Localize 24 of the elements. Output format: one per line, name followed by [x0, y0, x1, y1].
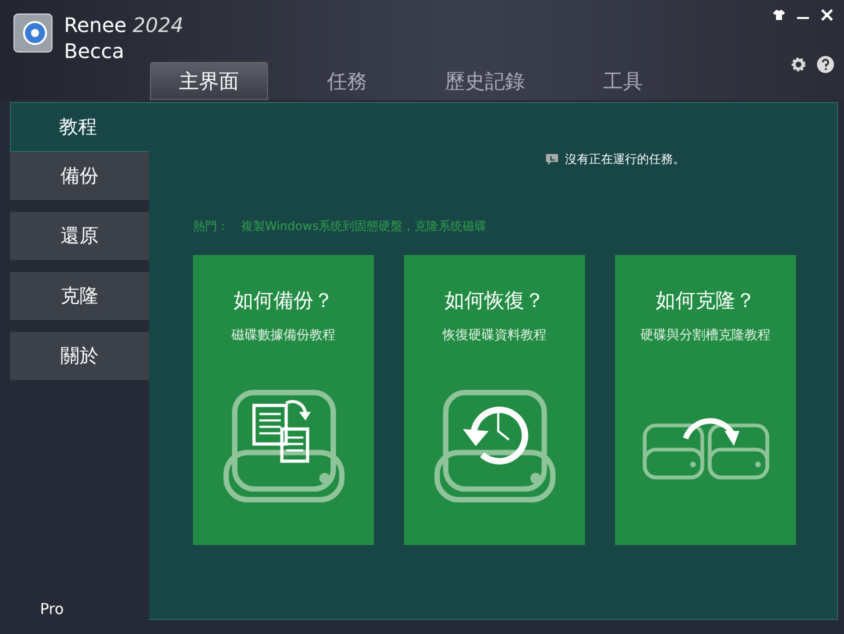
- sidebar-item[interactable]: 關於: [10, 332, 149, 380]
- nav-tab[interactable]: 任務: [288, 62, 406, 100]
- sidebar-item[interactable]: 還原: [10, 212, 149, 260]
- tutorial-card[interactable]: 如何克隆？ 硬碟與分割槽克隆教程: [615, 255, 796, 545]
- tutorial-card[interactable]: 如何備份？ 磁碟數據備份教程: [193, 255, 374, 545]
- speech-bubble-icon: [545, 152, 559, 166]
- hot-link[interactable]: 複製Windows系统到固態硬盤，克隆系统磁碟: [241, 218, 487, 235]
- help-icon[interactable]: [817, 56, 834, 73]
- sidebar-item[interactable]: 克隆: [10, 272, 149, 320]
- settings-icon[interactable]: [790, 56, 807, 73]
- tutorial-card[interactable]: 如何恢復？ 恢復硬碟資料教程: [404, 255, 585, 545]
- edition-label: Pro: [40, 600, 64, 618]
- sidebar-item[interactable]: 備份: [10, 152, 149, 200]
- nav-tab[interactable]: 歷史記錄: [426, 62, 544, 100]
- status-text: 沒有正在運行的任務。: [565, 151, 685, 168]
- close-icon[interactable]: [820, 8, 834, 22]
- shirt-icon[interactable]: [772, 8, 786, 22]
- nav-tab[interactable]: 工具: [564, 62, 682, 100]
- app-name: Renee: [64, 12, 127, 38]
- app-year: 2024: [132, 12, 184, 38]
- hot-label: 熱門：: [193, 218, 229, 235]
- nav-tab[interactable]: 主界面: [150, 62, 268, 100]
- app-subname: Becca: [64, 38, 126, 64]
- sidebar-item[interactable]: 教程: [10, 102, 149, 152]
